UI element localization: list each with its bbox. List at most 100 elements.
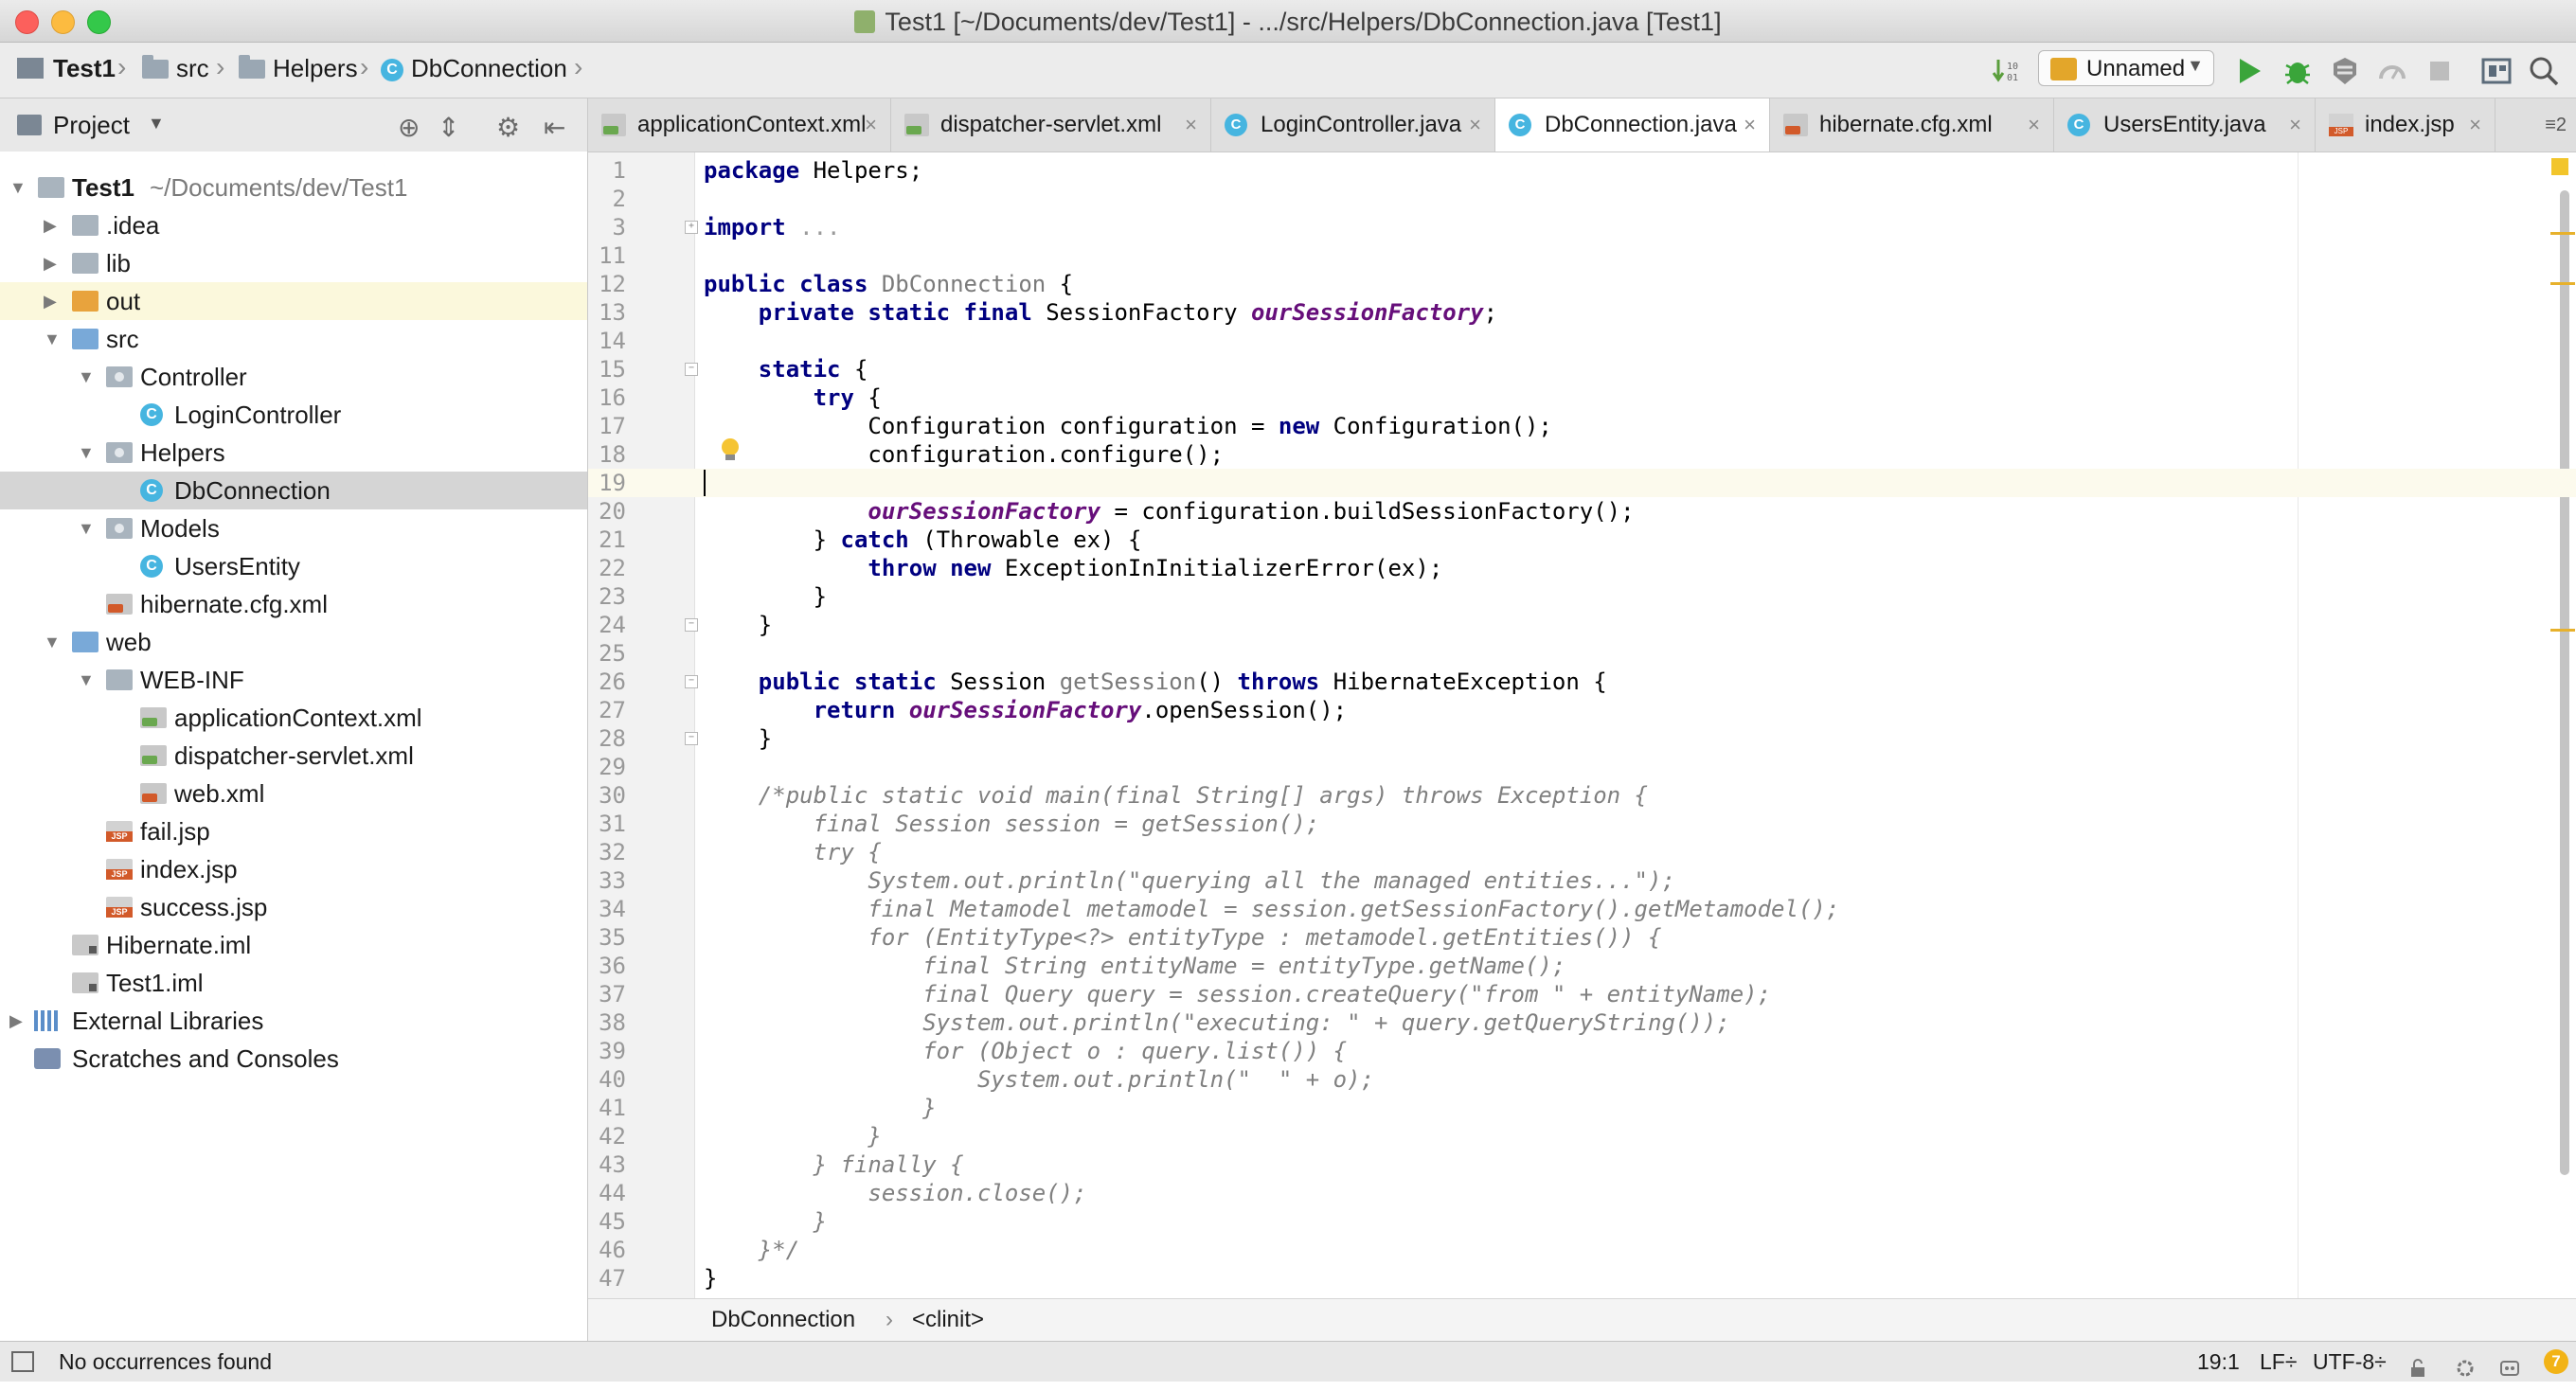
tree-item[interactable]: applicationContext.xml <box>0 699 587 737</box>
close-tab-icon[interactable]: × <box>1185 98 1197 152</box>
collapse-arrow-icon[interactable]: ▼ <box>44 320 63 358</box>
code-line[interactable]: 11 <box>588 241 2576 270</box>
collapse-arrow-icon[interactable]: ▼ <box>9 169 28 206</box>
tree-item[interactable]: fail.jsp <box>0 812 587 850</box>
fold-marker-icon[interactable]: + <box>685 221 698 234</box>
code-line[interactable]: 20 ourSessionFactory = configuration.bui… <box>588 497 2576 526</box>
project-view-title[interactable]: Project <box>53 111 130 140</box>
fold-marker-icon[interactable]: − <box>685 732 698 745</box>
code-line[interactable]: 19 <box>588 469 2576 497</box>
tree-item[interactable]: Test1.iml <box>0 964 587 1002</box>
breadcrumb-dbconnection[interactable]: C DbConnection <box>381 54 567 83</box>
lock-icon[interactable] <box>2407 1351 2428 1377</box>
tree-item[interactable]: C LoginController <box>0 396 587 434</box>
code-line[interactable]: 15 static {− <box>588 355 2576 383</box>
code-line[interactable]: 43 } finally { <box>588 1150 2576 1179</box>
code-line[interactable]: 24 } − <box>588 611 2576 639</box>
code-line[interactable]: 40 System.out.println(" " + o); <box>588 1065 2576 1094</box>
code-line[interactable]: 33 System.out.println("querying all the … <box>588 866 2576 895</box>
tree-item[interactable]: web.xml <box>0 775 587 812</box>
expand-arrow-icon[interactable]: ▶ <box>44 206 63 244</box>
tree-item[interactable]: ▼ Test1 ~/Documents/dev/Test1 <box>0 169 587 206</box>
profile-button[interactable] <box>2375 54 2409 88</box>
code-line[interactable]: 18 configuration.configure(); <box>588 440 2576 469</box>
code-line[interactable]: 32 try { <box>588 838 2576 866</box>
code-line[interactable]: 34 final Metamodel metamodel = session.g… <box>588 895 2576 923</box>
code-line[interactable]: 46 }*/ <box>588 1236 2576 1264</box>
editor-tab[interactable]: C DbConnection.java × <box>1495 98 1770 152</box>
gear-icon[interactable]: ⚙ <box>496 112 520 143</box>
close-tab-icon[interactable]: × <box>2028 98 2040 152</box>
close-tab-icon[interactable]: × <box>865 98 877 152</box>
tree-item[interactable]: ▼ Controller <box>0 358 587 396</box>
editor-tab[interactable]: applicationContext.xml × <box>588 98 891 152</box>
code-line[interactable]: 39 for (Object o : query.list()) { <box>588 1037 2576 1065</box>
code-line[interactable]: 37 final Query query = session.createQue… <box>588 980 2576 1008</box>
breadcrumb-helpers[interactable]: Helpers <box>239 54 358 83</box>
expand-arrow-icon[interactable]: ▶ <box>44 244 63 282</box>
tree-item[interactable]: Hibernate.iml <box>0 926 587 964</box>
code-line[interactable]: 35 for (EntityType<?> entityType : metam… <box>588 923 2576 952</box>
run-with-coverage-button[interactable] <box>2328 54 2362 88</box>
code-line[interactable]: 30 /*public static void main(final Strin… <box>588 781 2576 810</box>
code-line[interactable]: 17 Configuration configuration = new Con… <box>588 412 2576 440</box>
close-tab-icon[interactable]: × <box>1469 98 1481 152</box>
collapse-arrow-icon[interactable]: ▼ <box>78 509 97 547</box>
code-line[interactable]: 47} <box>588 1264 2576 1293</box>
code-line[interactable]: 36 final String entityName = entityType.… <box>588 952 2576 980</box>
code-line[interactable]: 41 } <box>588 1094 2576 1122</box>
memory-indicator-icon[interactable] <box>2498 1351 2519 1376</box>
tree-item[interactable]: ▼ WEB-INF <box>0 661 587 699</box>
fold-marker-icon[interactable]: − <box>685 363 698 376</box>
collapse-arrow-icon[interactable]: ▼ <box>78 434 97 472</box>
editor-breadcrumb-member[interactable]: <clinit> <box>912 1299 984 1341</box>
tree-item[interactable]: ▶ External Libraries <box>0 1002 587 1040</box>
event-log-badge[interactable]: 7 <box>2544 1349 2568 1374</box>
run-configuration-select[interactable]: Unnamed ▼ <box>2038 50 2214 86</box>
code-line[interactable]: 3 import ... + <box>588 213 2576 241</box>
code-line[interactable]: 26 public static Session getSession() th… <box>588 668 2576 696</box>
code-editor[interactable]: 1 package Helpers; 2 3 import ... +11 12 public… <box>588 152 2576 1298</box>
tree-item[interactable]: ▶ lib <box>0 244 587 282</box>
fold-marker-icon[interactable]: − <box>685 675 698 688</box>
breadcrumb-project[interactable]: Test1 <box>17 54 116 83</box>
tree-item[interactable]: C UsersEntity <box>0 547 587 585</box>
project-structure-button[interactable] <box>2479 54 2513 88</box>
code-line[interactable]: 28 } − <box>588 724 2576 753</box>
tree-item[interactable]: C DbConnection <box>0 472 587 509</box>
code-line[interactable]: 12 public class DbConnection { <box>588 270 2576 298</box>
tabs-overflow-button[interactable]: ≡2 <box>2545 98 2567 152</box>
tree-item[interactable]: ▶ .idea <box>0 206 587 244</box>
line-separator-select[interactable]: LF÷ <box>2260 1342 2297 1382</box>
caret-position[interactable]: 19:1 <box>2197 1342 2240 1382</box>
collapse-arrow-icon[interactable]: ▼ <box>44 623 63 661</box>
editor-tab[interactable]: index.jsp × <box>2316 98 2496 152</box>
chevron-down-icon[interactable]: ▼ <box>148 114 165 134</box>
breadcrumb-src[interactable]: src <box>142 54 209 83</box>
editor-tab[interactable]: C UsersEntity.java × <box>2054 98 2316 152</box>
tool-windows-toggle-icon[interactable] <box>11 1351 34 1372</box>
code-line[interactable]: 23 } <box>588 582 2576 611</box>
search-everywhere-button[interactable] <box>2527 54 2561 88</box>
code-line[interactable]: 13 private static final SessionFactory o… <box>588 298 2576 327</box>
collapse-arrow-icon[interactable]: ▼ <box>78 661 97 699</box>
code-line[interactable]: 21 } catch (Throwable ex) { <box>588 526 2576 554</box>
debug-button[interactable] <box>2281 54 2315 88</box>
file-encoding-select[interactable]: UTF-8÷ <box>2313 1342 2387 1382</box>
code-line[interactable]: 16 try { <box>588 383 2576 412</box>
code-line[interactable]: 42 } <box>588 1122 2576 1150</box>
code-line[interactable]: 45 } <box>588 1207 2576 1236</box>
tree-item[interactable]: Scratches and Consoles <box>0 1040 587 1078</box>
build-project-button[interactable]: 10 01 <box>1991 54 2025 88</box>
stop-button[interactable] <box>2423 54 2457 88</box>
tree-item[interactable]: ▼ web <box>0 623 587 661</box>
code-line[interactable]: 1 package Helpers; <box>588 156 2576 185</box>
code-line[interactable]: 2 <box>588 185 2576 213</box>
tree-item[interactable]: hibernate.cfg.xml <box>0 585 587 623</box>
code-line[interactable]: 29 <box>588 753 2576 781</box>
tree-item[interactable]: ▼ src <box>0 320 587 358</box>
hide-panel-icon[interactable]: ⇤ <box>544 112 565 143</box>
run-button[interactable] <box>2232 54 2266 88</box>
tree-item[interactable]: success.jsp <box>0 888 587 926</box>
close-tab-icon[interactable]: × <box>2289 98 2301 152</box>
